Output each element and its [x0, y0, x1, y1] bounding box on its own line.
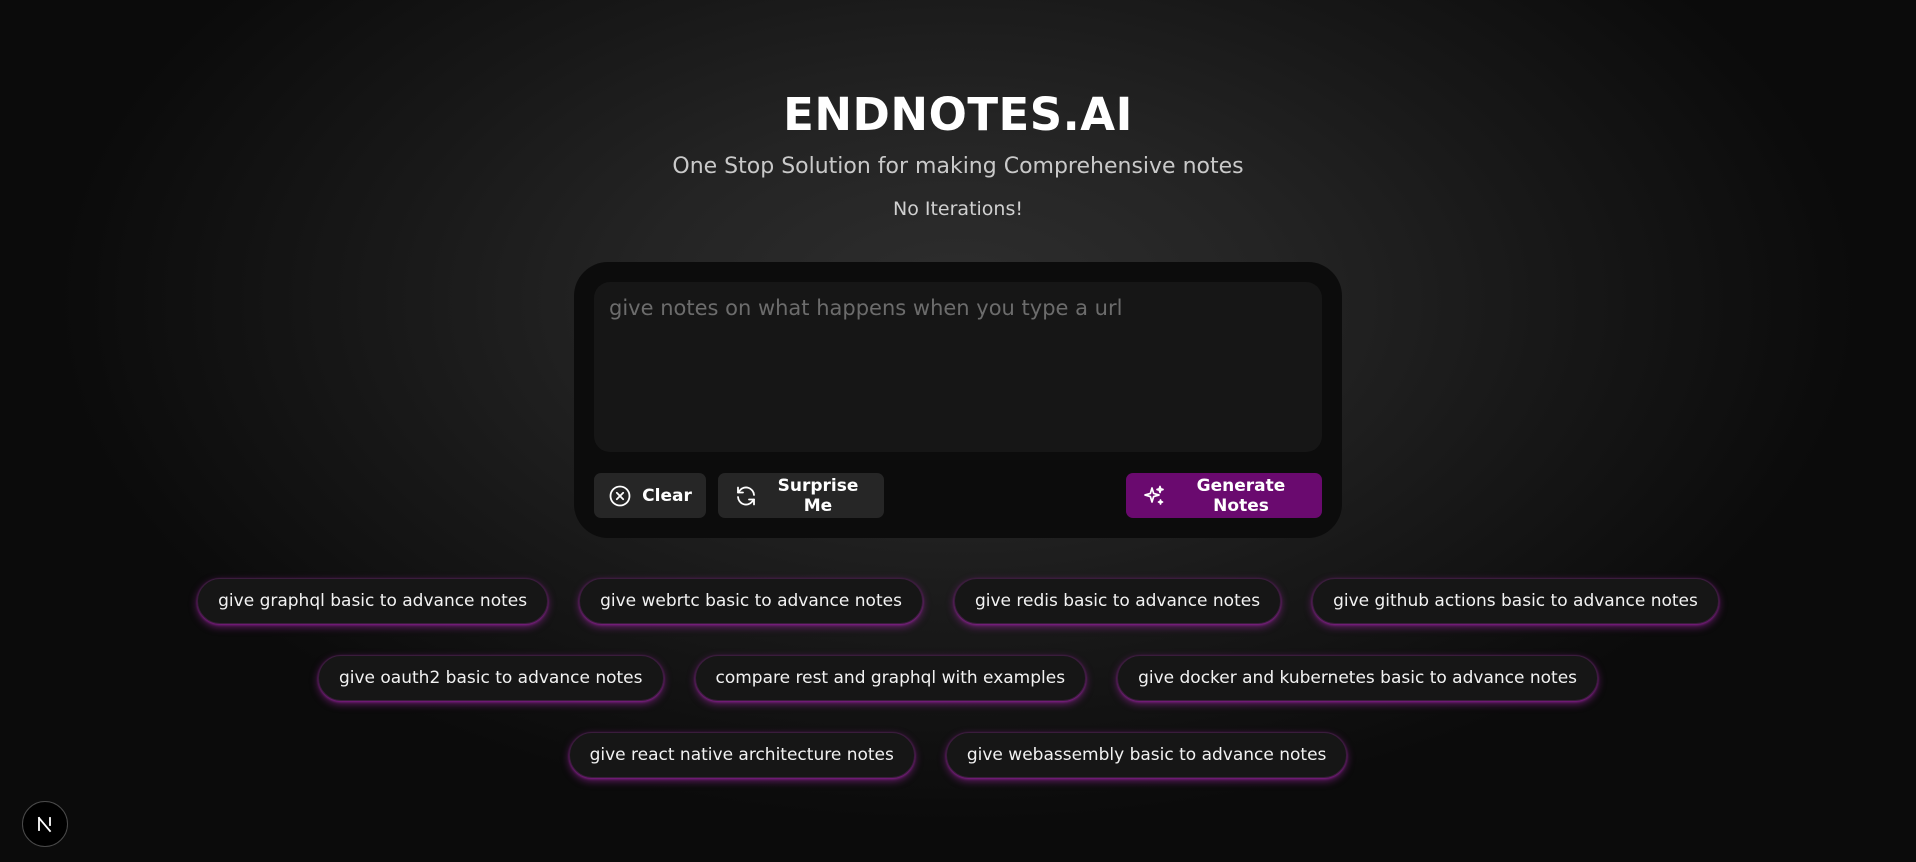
hero-header: ENDNOTES.AI One Stop Solution for making…: [0, 84, 1916, 222]
suggestion-row: give graphql basic to advance notes give…: [0, 578, 1916, 624]
nextjs-logo-icon: [34, 813, 56, 835]
sparkles-icon: [1142, 484, 1166, 508]
app-tagline: No Iterations!: [893, 198, 1023, 220]
suggestion-chip[interactable]: give oauth2 basic to advance notes: [317, 655, 664, 701]
surprise-me-button-label: Surprise Me: [777, 475, 859, 516]
suggestion-chip[interactable]: give webassembly basic to advance notes: [945, 732, 1348, 778]
suggestion-chips: give graphql basic to advance notes give…: [0, 578, 1916, 809]
prompt-composer: Clear Surprise Me Generat: [574, 262, 1342, 538]
x-circle-icon: [608, 484, 632, 508]
suggestion-chip[interactable]: give react native architecture notes: [568, 732, 915, 778]
suggestion-row: give react native architecture notes giv…: [0, 732, 1916, 778]
app-page: ENDNOTES.AI One Stop Solution for making…: [0, 0, 1916, 862]
refresh-icon: [734, 484, 758, 508]
suggestion-chip[interactable]: give redis basic to advance notes: [953, 578, 1282, 624]
prompt-input[interactable]: [594, 282, 1322, 452]
nextjs-dev-badge[interactable]: [22, 801, 68, 847]
clear-button-label: Clear: [642, 485, 692, 506]
suggestion-chip[interactable]: give webrtc basic to advance notes: [579, 578, 923, 624]
app-title: ENDNOTES.AI: [783, 88, 1133, 141]
suggestion-chip[interactable]: compare rest and graphql with examples: [694, 655, 1087, 701]
suggestion-row: give oauth2 basic to advance notes compa…: [0, 655, 1916, 701]
suggestion-chip[interactable]: give graphql basic to advance notes: [197, 578, 549, 624]
generate-notes-button-label: Generate Notes: [1196, 475, 1286, 516]
suggestion-chip[interactable]: give github actions basic to advance not…: [1312, 578, 1719, 624]
suggestion-chip[interactable]: give docker and kubernetes basic to adva…: [1117, 655, 1599, 701]
surprise-me-button[interactable]: Surprise Me: [718, 473, 884, 518]
generate-notes-button[interactable]: Generate Notes: [1126, 473, 1322, 518]
clear-button[interactable]: Clear: [594, 473, 706, 518]
app-subtitle: One Stop Solution for making Comprehensi…: [672, 154, 1244, 179]
